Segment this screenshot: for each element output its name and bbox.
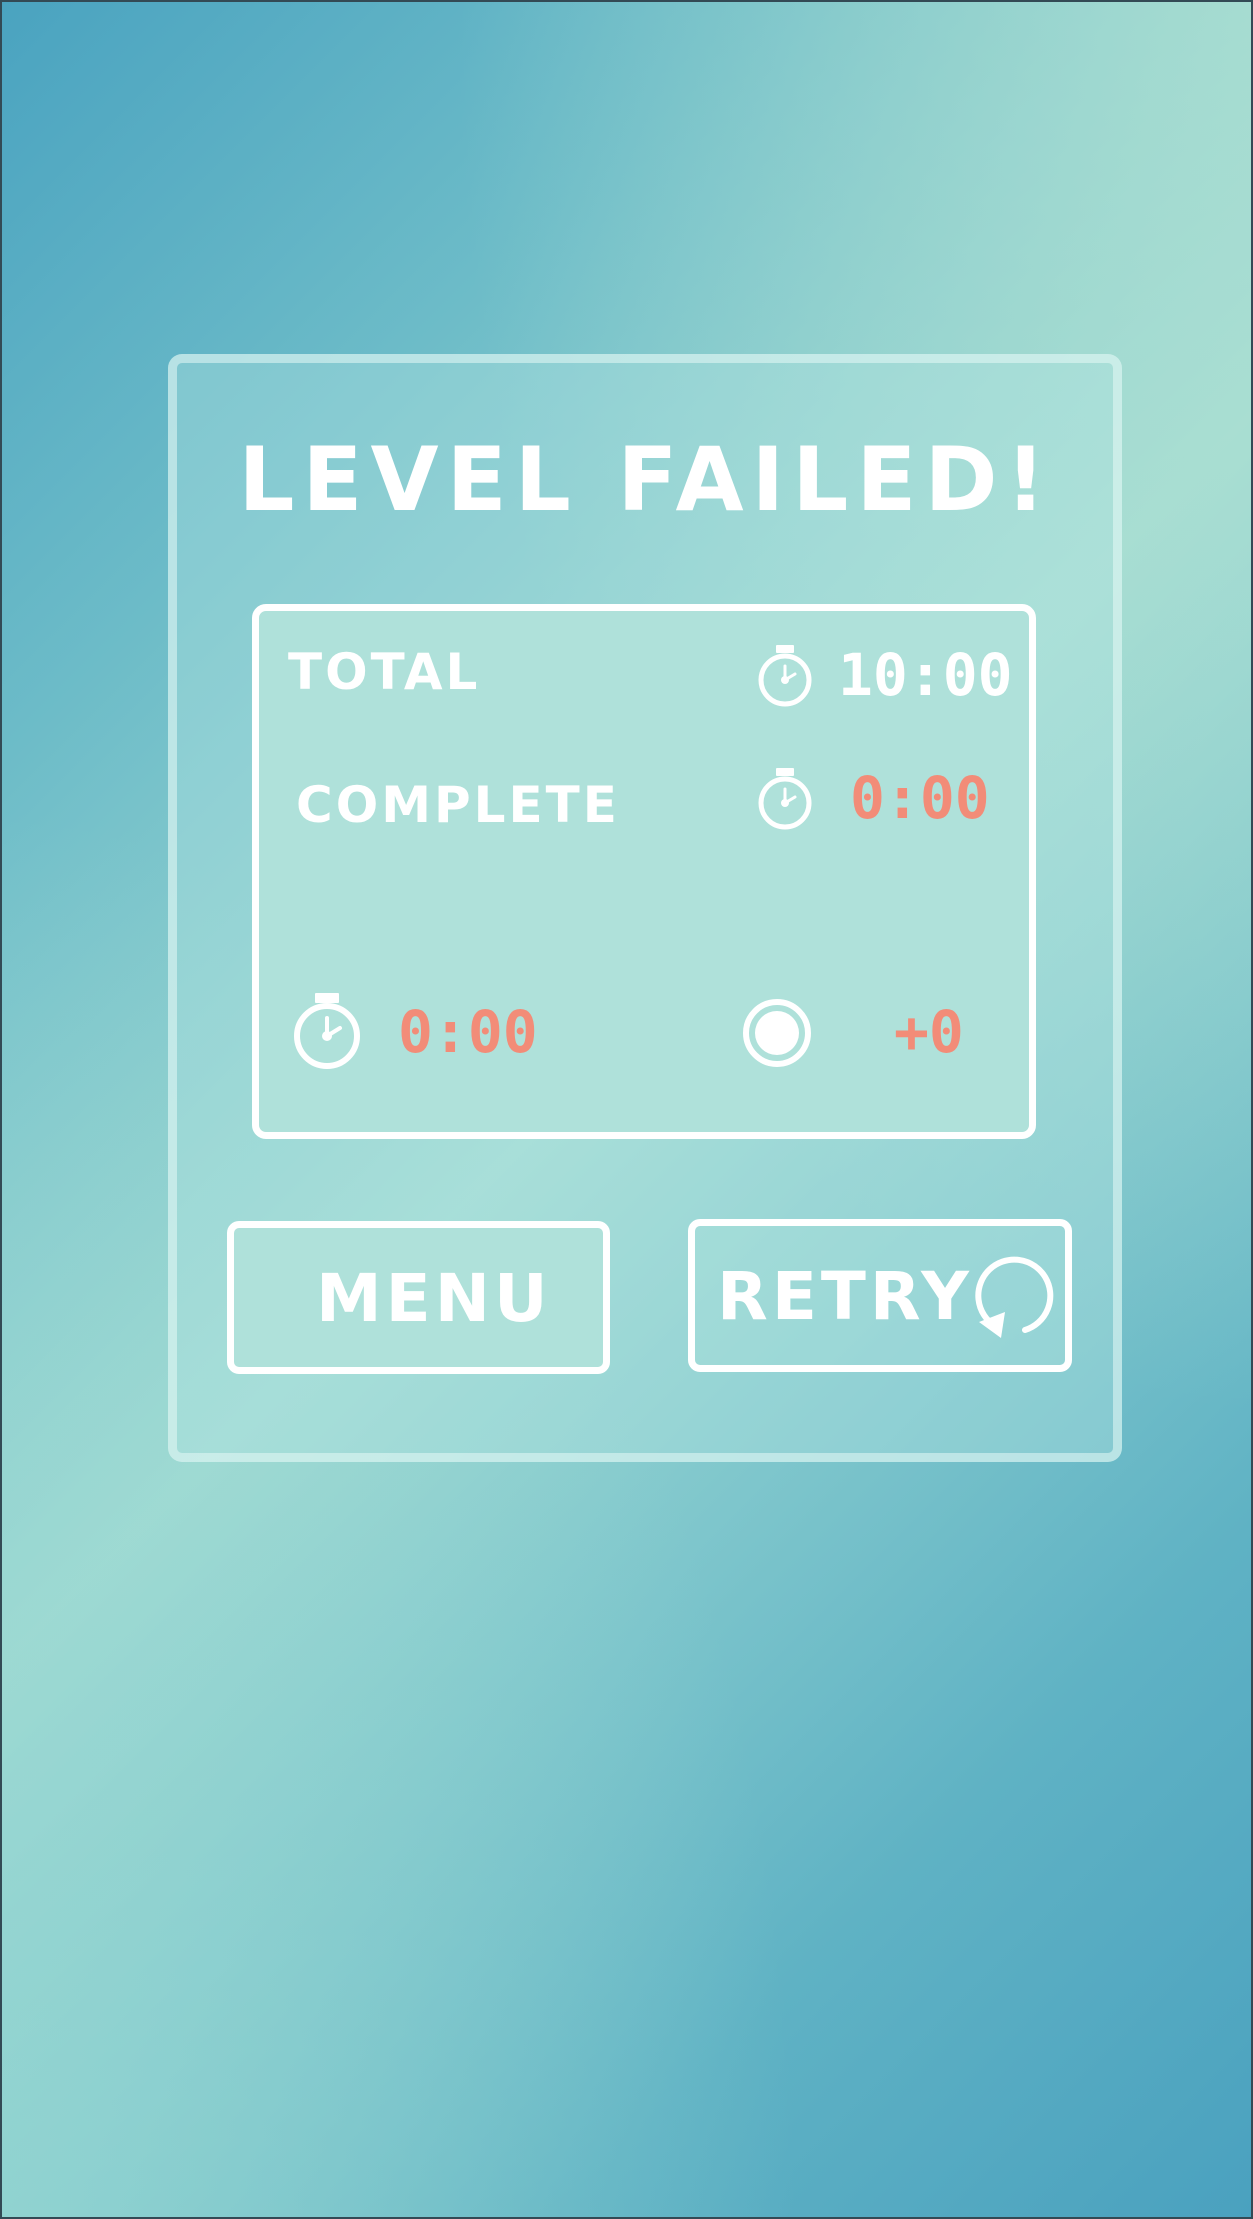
stopwatch-icon — [758, 645, 812, 707]
coin-icon — [743, 999, 811, 1067]
game-screen: LEVEL FAILED! TOTAL 10:00 COMPLETE 0:00 … — [0, 0, 1253, 2219]
complete-time: 0:00 — [850, 764, 990, 832]
retry-arrow-icon — [975, 1256, 1054, 1338]
complete-label: COMPLETE — [296, 776, 620, 834]
total-time: 10:00 — [838, 641, 1013, 709]
stopwatch-icon — [758, 768, 812, 830]
stopwatch-icon — [294, 993, 360, 1069]
dialog-title: LEVEL FAILED! — [238, 428, 1054, 531]
bonus-points: +0 — [894, 998, 964, 1066]
menu-button-label: MENU — [316, 1260, 552, 1337]
total-label: TOTAL — [288, 643, 481, 701]
elapsed-time: 0:00 — [398, 998, 538, 1066]
retry-button-label: RETRY — [717, 1258, 973, 1335]
retry-button[interactable]: RETRY — [688, 1219, 1072, 1372]
menu-button[interactable]: MENU — [227, 1221, 610, 1374]
